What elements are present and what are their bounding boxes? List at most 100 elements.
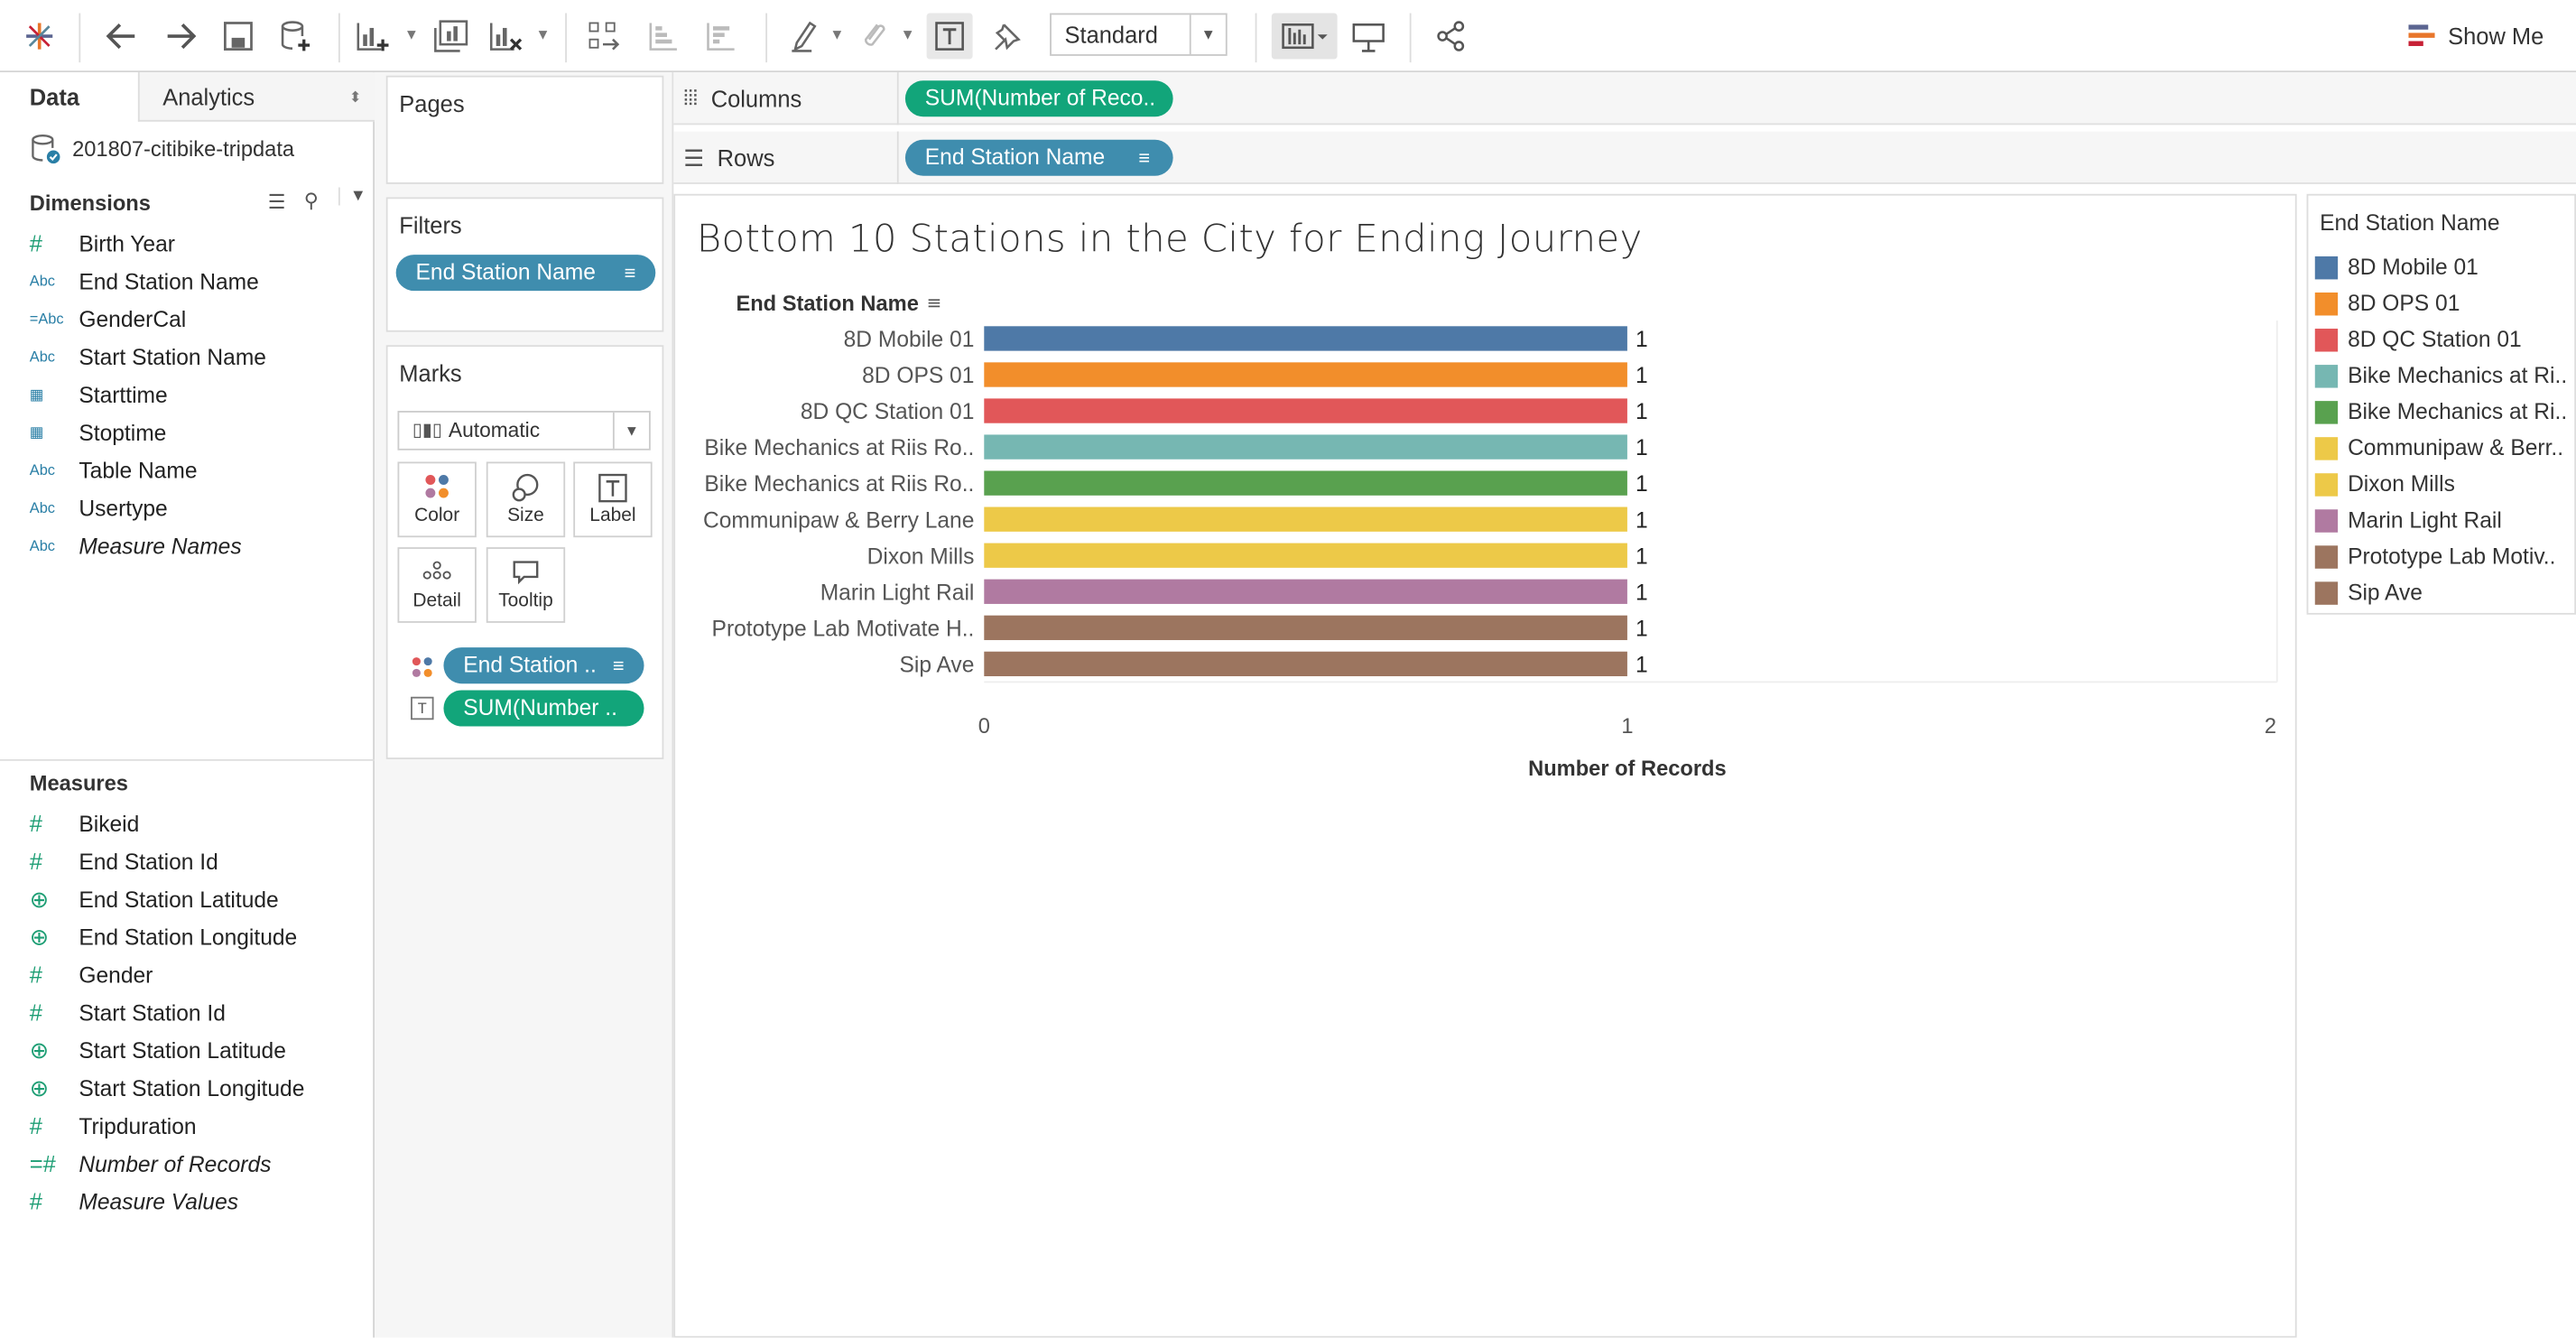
worksheet-view[interactable]: Bottom 10 Stations in the City for Endin… — [673, 193, 2297, 1338]
swap-icon[interactable] — [581, 14, 627, 60]
size-button[interactable]: Size — [486, 461, 566, 538]
show-me-label: Show Me — [2448, 23, 2544, 50]
tableau-logo-icon[interactable] — [16, 14, 62, 60]
tooltip-button[interactable]: Tooltip — [486, 547, 566, 623]
category-label: 8D Mobile 01 — [844, 328, 975, 352]
field-item[interactable]: # Measure Values — [30, 1184, 366, 1222]
show-me-button[interactable]: Show Me — [2408, 16, 2566, 56]
label-pill[interactable]: SUM(Number .. — [443, 690, 644, 727]
field-item[interactable]: # Start Station Id — [30, 994, 366, 1032]
filters-card[interactable]: Filters End Station Name ≡ — [385, 197, 664, 332]
rows-pill[interactable]: End Station Name ≡ — [904, 139, 1173, 176]
legend-item[interactable]: Marin Light Rail — [2314, 503, 2576, 539]
redo-icon[interactable] — [158, 14, 204, 60]
chevron-down-icon[interactable]: ▼ — [1189, 14, 1226, 55]
sort-descending-icon[interactable] — [699, 14, 745, 60]
field-label: Tripduration — [79, 1114, 197, 1139]
undo-icon[interactable] — [98, 14, 144, 60]
field-item[interactable]: ⊕ End Station Latitude — [30, 881, 366, 919]
legend-label: Marin Light Rail — [2348, 507, 2502, 533]
legend-item[interactable]: Communipaw & Berr.. — [2314, 431, 2576, 467]
string-type-icon: Abc — [29, 273, 56, 290]
legend-item[interactable]: Sip Ave — [2314, 575, 2576, 611]
chevron-down-icon[interactable]: ▼ — [612, 412, 649, 449]
tab-analytics-label: Analytics — [162, 83, 255, 110]
dimensions-header: Dimensions — [29, 190, 151, 216]
field-label: GenderCal — [79, 307, 187, 332]
mark-type-select[interactable]: ▯▮▯ Automatic ▼ — [397, 411, 651, 451]
row-header: End Station Name — [736, 293, 918, 316]
chevron-down-icon[interactable]: ▼ — [338, 187, 366, 206]
tab-data[interactable]: Data — [0, 72, 138, 122]
size-label: Size — [507, 506, 544, 526]
legend-item[interactable]: Bike Mechanics at Ri.. — [2314, 358, 2576, 395]
color-button[interactable]: Color — [397, 461, 477, 538]
data-label: 1 — [1635, 472, 1648, 497]
updown-icon: ⬍ — [348, 88, 362, 106]
pin-icon[interactable] — [984, 14, 1030, 60]
detail-button[interactable]: Detail — [397, 547, 477, 623]
bar-chart[interactable]: End Station Name ≡ 8D Mobile 01 1 8D OPS 01 1… — [675, 278, 2295, 869]
highlight-icon[interactable] — [782, 14, 828, 60]
field-item[interactable]: # Gender — [30, 956, 366, 994]
color-legend: End Station Name 8D Mobile 01 8D OPS 01 8D… — [2306, 193, 2576, 615]
datasource-item[interactable]: 201807-citibike-tripdata — [30, 132, 366, 168]
bar — [984, 579, 1627, 604]
legend-item[interactable]: Prototype Lab Motiv.. — [2314, 539, 2576, 575]
share-icon[interactable] — [1428, 14, 1474, 60]
legend-item[interactable]: 8D OPS 01 — [2314, 286, 2576, 322]
sort-icon: ≡ — [612, 654, 625, 677]
field-item[interactable]: ▦ Stoptime — [30, 414, 366, 452]
field-item[interactable]: # Birth Year — [30, 225, 366, 263]
label-button[interactable]: Label — [573, 461, 653, 538]
field-item[interactable]: Abc Table Name — [30, 452, 366, 490]
toolbar: ▼ ▼ ▼ ▼ Standard ▼ Show Me — [0, 0, 2576, 73]
field-item[interactable]: ⊕ End Station Longitude — [30, 918, 366, 956]
color-icon — [399, 463, 475, 506]
group-icon[interactable] — [851, 14, 897, 60]
bar — [984, 651, 1627, 677]
tab-analytics[interactable]: Analytics ⬍ — [137, 72, 375, 122]
field-label: Start Station Latitude — [79, 1038, 286, 1064]
field-item[interactable]: ▦ Starttime — [30, 376, 366, 414]
legend-item[interactable]: Bike Mechanics at Ri.. — [2314, 395, 2576, 431]
columns-pill[interactable]: SUM(Number of Reco.. — [904, 80, 1173, 117]
new-datasource-icon[interactable] — [273, 14, 319, 60]
label-icon — [575, 463, 651, 506]
field-item[interactable]: Abc End Station Name — [30, 263, 366, 301]
clear-sheet-icon[interactable] — [483, 14, 529, 60]
field-item[interactable]: =Abc GenderCal — [30, 301, 366, 339]
field-item[interactable]: =# Number of Records — [30, 1146, 366, 1184]
legend-item[interactable]: 8D Mobile 01 — [2314, 250, 2576, 286]
show-cards-icon[interactable] — [1271, 13, 1338, 60]
field-item[interactable]: # Tripduration — [30, 1108, 366, 1146]
mark-size-select[interactable]: Standard ▼ — [1050, 13, 1228, 56]
columns-label: ⦙⦙⦙ Columns — [683, 72, 802, 125]
show-labels-icon[interactable] — [926, 13, 973, 60]
legend-item[interactable]: 8D QC Station 01 — [2314, 322, 2576, 358]
number-type-icon: # — [29, 961, 42, 988]
new-worksheet-icon[interactable] — [350, 14, 396, 60]
duplicate-sheet-icon[interactable] — [429, 14, 475, 60]
field-item[interactable]: # End Station Id — [30, 843, 366, 881]
pages-card[interactable]: Pages — [385, 75, 664, 184]
field-item[interactable]: ⊕ Start Station Latitude — [30, 1032, 366, 1070]
field-item[interactable]: ⊕ Start Station Longitude — [30, 1070, 366, 1108]
field-item[interactable]: Abc Start Station Name — [30, 339, 366, 376]
color-pill[interactable]: End Station .. ≡ — [443, 647, 644, 684]
field-item[interactable]: Abc Measure Names — [30, 527, 366, 565]
sort-ascending-icon[interactable] — [641, 14, 687, 60]
field-item[interactable]: Abc Usertype — [30, 489, 366, 527]
legend-item[interactable]: Dixon Mills — [2314, 467, 2576, 503]
save-icon[interactable] — [215, 14, 261, 60]
string-type-icon: =Abc — [29, 311, 64, 328]
search-icon[interactable]: ⚲ — [304, 189, 319, 211]
presentation-icon[interactable] — [1346, 14, 1392, 60]
legend-swatch — [2314, 509, 2339, 533]
list-view-icon[interactable]: ☰ — [268, 190, 286, 213]
field-item[interactable]: # Bikeid — [30, 805, 366, 843]
filter-pill[interactable]: End Station Name ≡ — [395, 255, 656, 292]
category-label: Bike Mechanics at Riis Ro.. — [704, 436, 974, 460]
field-label: Bikeid — [79, 812, 140, 837]
data-pane: Data Analytics ⬍ 201807-citibike-tripdata… — [0, 72, 375, 1338]
